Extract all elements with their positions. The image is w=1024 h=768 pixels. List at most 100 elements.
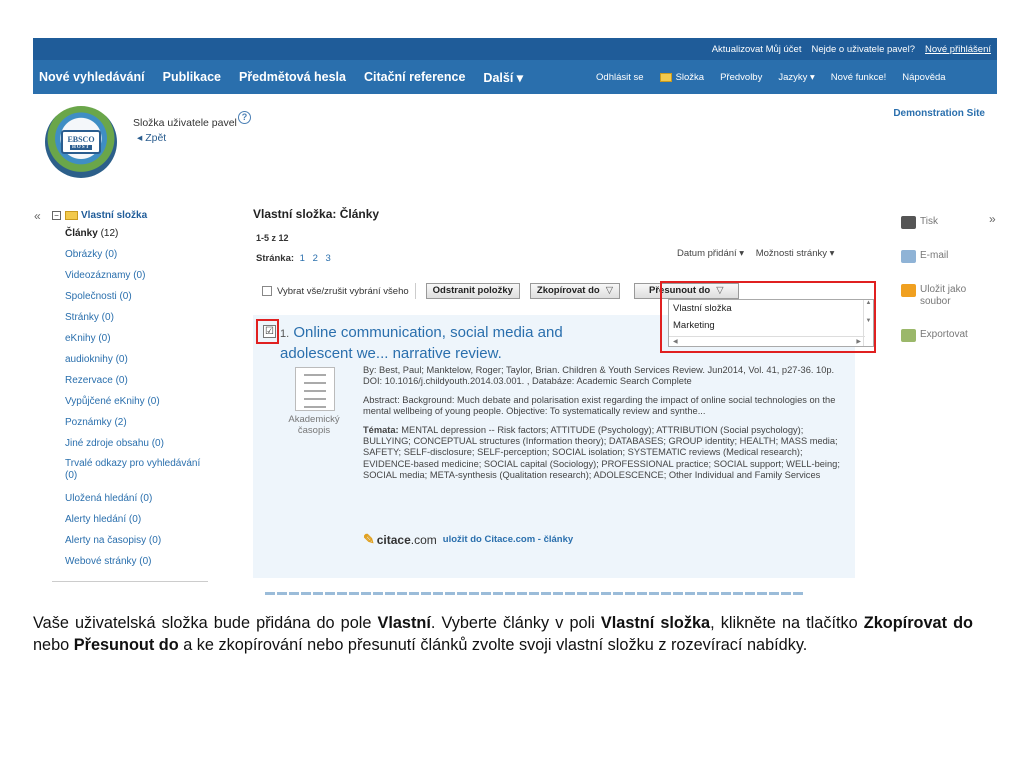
- folder-item-images[interactable]: Obrázky (0): [65, 244, 210, 265]
- citace-logo-icon: ✎: [363, 531, 375, 547]
- save-label: Uložit jako soubor: [920, 284, 967, 307]
- update-account-link[interactable]: Aktualizovat Můj účet: [712, 44, 802, 55]
- folder-item-borrowed-ebooks[interactable]: Vypůjčené eKnihy (0): [65, 391, 210, 412]
- not-user-link[interactable]: Nejde o uživatele pavel?: [811, 44, 915, 55]
- new-login-link[interactable]: Nové přihlášení: [925, 44, 991, 55]
- result-number: 1.: [280, 328, 290, 340]
- folder-item-label: Články: [65, 228, 98, 239]
- nav-subject-terms[interactable]: Předmětová hesla: [239, 70, 346, 84]
- folder-item-notes[interactable]: Poznámky (2): [65, 412, 210, 433]
- slide-caption: Vaše uživatelská složka bude přidána do …: [33, 612, 973, 656]
- caption-text: a ke zkopírování nebo přesunutí článků z…: [178, 636, 808, 654]
- subjects-text: MENTAL depression -- Risk factors; ATTIT…: [363, 424, 840, 481]
- folder-sidebar: − Vlastní složka Články (12) Obrázky (0)…: [52, 207, 210, 572]
- citace-brand-bold: citace: [376, 532, 411, 547]
- folder-item-web-pages[interactable]: Webové stránky (0): [65, 551, 210, 572]
- next-result-cutoff: [265, 592, 805, 595]
- result-title: Online communication, social media and a…: [280, 324, 563, 362]
- demo-site-label: Demonstration Site: [893, 108, 985, 119]
- folder-root[interactable]: − Vlastní složka: [52, 207, 210, 223]
- folder-item-companies[interactable]: Společnosti (0): [65, 286, 210, 307]
- citace-save-link[interactable]: uložit do Citace.com - články: [443, 534, 573, 545]
- print-tool[interactable]: Tisk: [901, 216, 980, 229]
- pagination: Stránka: 1 2 3: [256, 253, 336, 264]
- folder-root-label: Vlastní složka: [81, 209, 148, 221]
- sort-dropdown[interactable]: Datum přidání ▾: [677, 248, 744, 259]
- subjects-label: Témata:: [363, 424, 399, 435]
- email-tool[interactable]: E-mail: [901, 250, 980, 263]
- folder-list: Články (12) Obrázky (0) Videozáznamy (0)…: [65, 223, 210, 572]
- nav-sign-out[interactable]: Odhlásit se: [596, 72, 644, 83]
- folder-owner-title: Složka uživatele pavel: [133, 117, 237, 129]
- caption-text: , klikněte na tlačítko: [710, 614, 864, 632]
- nav-cited-references[interactable]: Citační reference: [364, 70, 465, 84]
- folder-item-count: (12): [100, 228, 119, 239]
- select-all-label[interactable]: Vybrat vše/zrušit vybrání všeho: [277, 286, 409, 297]
- folder-item-journal-alerts[interactable]: Alerty na časopisy (0): [65, 530, 210, 551]
- export-label: Exportovat: [920, 329, 968, 340]
- folder-item-ebooks[interactable]: eKnihy (0): [65, 328, 210, 349]
- folder-icon: [65, 210, 78, 220]
- folder-item-other-sources[interactable]: Jiné zdroje obsahu (0): [65, 433, 210, 454]
- folder-item-saved-searches[interactable]: Uložená hledání (0): [65, 488, 210, 509]
- email-icon: [901, 250, 916, 263]
- folder-item-articles[interactable]: Články (12): [65, 223, 210, 244]
- main-nav-bar: Nové vyhledávání Publikace Předmětová he…: [33, 60, 997, 94]
- citace-brand: citace.com: [377, 533, 437, 547]
- print-icon: [901, 216, 916, 229]
- highlight-checkbox: [256, 319, 279, 344]
- collapse-left-icon[interactable]: «: [34, 209, 41, 223]
- page-title: Vlastní složka: Články: [253, 207, 380, 221]
- page-header: EBSCO HOST Složka uživatele pavel ? ◂ Zp…: [33, 94, 997, 190]
- caption-bold: Přesunout do: [73, 636, 179, 654]
- export-tool[interactable]: Exportovat: [901, 329, 980, 342]
- citace-brand-rest: .com: [410, 532, 437, 547]
- folder-item-pages[interactable]: Stránky (0): [65, 307, 210, 328]
- print-label: Tisk: [920, 216, 938, 227]
- folder-item-audiobooks[interactable]: audioknihy (0): [65, 349, 210, 370]
- folder-item-persistent-links[interactable]: Trvalé odkazy pro vyhledávání (0): [65, 454, 210, 488]
- result-abstract: Abstract: Background: Much debate and po…: [363, 394, 836, 417]
- caption-bold: Zkopírovat do: [863, 614, 973, 632]
- caption-text: Vaše uživatelská složka bude přidána do …: [33, 614, 378, 632]
- nav-new-search[interactable]: Nové vyhledávání: [39, 70, 145, 84]
- document-icon: [295, 367, 335, 411]
- logo-text: EBSCO: [67, 134, 95, 144]
- nav-publications[interactable]: Publikace: [163, 70, 221, 84]
- citace-bar: ✎ citace.com uložit do Citace.com - člán…: [363, 531, 573, 548]
- logo-subtext: HOST: [70, 144, 92, 150]
- collapse-right-icon[interactable]: »: [989, 212, 996, 226]
- delete-items-button[interactable]: Odstranit položky: [425, 283, 520, 299]
- copy-to-label: Zkopírovat do: [536, 285, 600, 296]
- copy-to-button[interactable]: Zkopírovat do ▽: [529, 283, 621, 299]
- select-all-checkbox[interactable]: [262, 286, 272, 296]
- folder-item-reservations[interactable]: Rezervace (0): [65, 370, 210, 391]
- nav-folder[interactable]: Složka: [659, 72, 704, 83]
- help-icon[interactable]: ?: [238, 111, 251, 124]
- nav-help[interactable]: Nápověda: [902, 72, 945, 83]
- nav-new-features[interactable]: Nové funkce!: [831, 72, 886, 83]
- folder-item-videos[interactable]: Videozáznamy (0): [65, 265, 210, 286]
- caption-text: . Vyberte články v poli: [430, 614, 601, 632]
- result-citation: By: Best, Paul; Manktelow, Roger; Taylor…: [363, 365, 835, 387]
- nav-preferences[interactable]: Předvolby: [720, 72, 762, 83]
- main-content: Vlastní složka: Články 1-5 z 12 Stránka:…: [253, 207, 858, 595]
- pagination-label: Stránka:: [256, 253, 295, 264]
- collapse-tree-icon[interactable]: −: [52, 210, 61, 220]
- back-link[interactable]: ◂ Zpět: [137, 132, 166, 144]
- caption-text: nebo: [33, 636, 74, 654]
- result-range: 1-5 z 12: [256, 233, 289, 243]
- nav-languages[interactable]: Jazyky ▾: [778, 72, 814, 83]
- highlight-move-dropdown: [660, 281, 876, 353]
- page-link-1[interactable]: 1: [300, 253, 305, 264]
- folder-icon: [659, 72, 672, 82]
- page-link-3[interactable]: 3: [326, 253, 331, 264]
- page-link-2[interactable]: 2: [313, 253, 318, 264]
- top-account-bar: Aktualizovat Můj účet Nejde o uživatele …: [33, 38, 997, 60]
- nav-more-menu[interactable]: Další ▾: [483, 70, 523, 85]
- folder-item-search-alerts[interactable]: Alerty hledání (0): [65, 509, 210, 530]
- result-title-link[interactable]: 1. Online communication, social media an…: [280, 323, 600, 363]
- ebscohost-logo: EBSCO HOST: [45, 106, 117, 178]
- page-options-dropdown[interactable]: Možnosti stránky ▾: [756, 248, 835, 259]
- save-file-tool[interactable]: Uložit jako soubor: [901, 284, 980, 308]
